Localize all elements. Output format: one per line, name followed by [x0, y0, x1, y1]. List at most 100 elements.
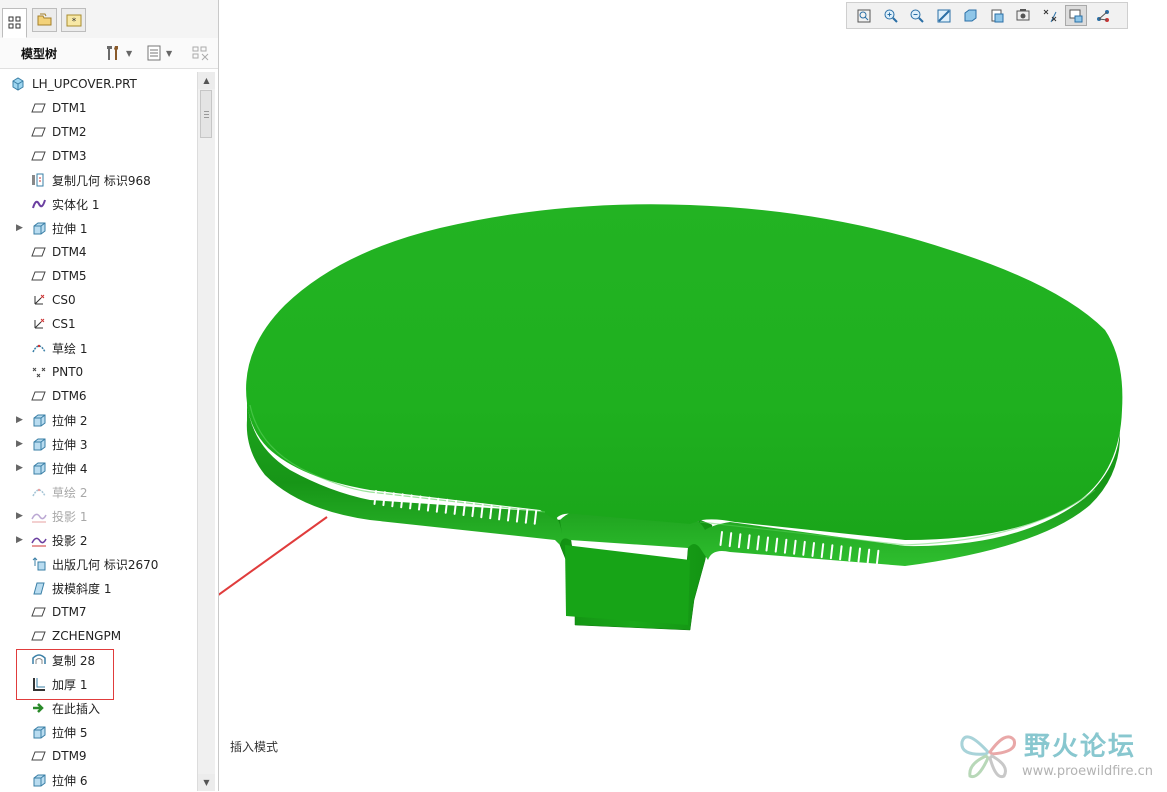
tree-item[interactable]: ZCHENGPM: [0, 624, 196, 648]
annotation-highlight-box: [16, 649, 114, 700]
tree-item[interactable]: 草绘 2: [0, 480, 196, 504]
tree-item[interactable]: ▶ 拉伸 4: [0, 456, 196, 480]
tree-item[interactable]: ▶ 拉伸 3: [0, 432, 196, 456]
expand-arrow-icon[interactable]: ▶: [16, 511, 24, 521]
tree-item[interactable]: 草绘 1: [0, 336, 196, 360]
spin-center-button[interactable]: [1092, 5, 1114, 26]
datum-display-filters-button[interactable]: [1039, 5, 1061, 26]
chevron-down-icon: ▼: [126, 48, 133, 58]
model-tree-tab[interactable]: [2, 8, 27, 38]
tree-item[interactable]: ▶ 拉伸 2: [0, 408, 196, 432]
tree-item[interactable]: DTM7: [0, 600, 196, 624]
display-style-icon: [962, 8, 978, 24]
settings-tools-icon: [107, 46, 118, 60]
sketch-icon: [30, 484, 48, 500]
saved-orientations-button[interactable]: [986, 5, 1008, 26]
tree-item-label: 拉伸 4: [52, 461, 88, 476]
datum-plane-icon: [30, 124, 48, 140]
tree-item-label: 拉伸 1: [52, 221, 88, 236]
favorites-tab-icon: *: [66, 14, 81, 27]
expand-arrow-icon[interactable]: ▶: [16, 415, 24, 425]
tree-item-label: DTM4: [52, 245, 87, 259]
expand-arrow-icon[interactable]: ▶: [16, 463, 24, 473]
tree-scrollbar[interactable]: ▲ ▼: [197, 72, 215, 791]
tree-item-label: 草绘 1: [52, 341, 88, 356]
tree-item[interactable]: DTM6: [0, 384, 196, 408]
tree-item-label: 在此插入: [52, 701, 101, 716]
tree-item[interactable]: DTM4: [0, 240, 196, 264]
annotation-arrow: [219, 516, 328, 596]
tree-item-label: ZCHENGPM: [52, 629, 122, 643]
tree-item-label: PNT0: [52, 365, 84, 379]
datum-plane-icon: [30, 244, 48, 260]
tree-item-label: DTM5: [52, 269, 87, 283]
extrude-icon: [30, 724, 48, 740]
tree-item[interactable]: 拉伸 6: [0, 768, 196, 792]
navigator-tabs: *: [0, 0, 218, 39]
tree-item[interactable]: DTM2: [0, 120, 196, 144]
tree-root-item[interactable]: LH_UPCOVER.PRT: [0, 72, 196, 96]
datum-plane-icon: [30, 388, 48, 404]
model-top-surface: [246, 204, 1123, 540]
tree-item[interactable]: ▶ 投影 1: [0, 504, 196, 528]
zoom-in-icon: [883, 8, 899, 24]
tree-item-label: LH_UPCOVER.PRT: [32, 77, 137, 91]
tree-item[interactable]: 拔模斜度 1: [0, 576, 196, 600]
solidify-icon: [30, 196, 48, 212]
repaint-icon: [936, 8, 952, 24]
folder-browser-tab[interactable]: [32, 8, 57, 32]
annotation-display-button[interactable]: [1065, 5, 1087, 26]
datum-plane-icon: [30, 628, 48, 644]
tree-item-label: DTM7: [52, 605, 87, 619]
tree-item[interactable]: 拉伸 5: [0, 720, 196, 744]
tree-item[interactable]: DTM5: [0, 264, 196, 288]
settings-menu-button[interactable]: ▼: [104, 42, 132, 64]
tree-filter-button[interactable]: [191, 42, 211, 64]
tree-item[interactable]: ▶ 投影 2: [0, 528, 196, 552]
tree-item-label: 投影 2: [52, 533, 88, 548]
tree-columns-icon: [147, 45, 161, 61]
svg-text:*: *: [71, 17, 76, 27]
projection-icon: [30, 532, 48, 548]
tree-item[interactable]: PNT0: [0, 360, 196, 384]
watermark-title: 野火论坛: [1024, 732, 1137, 762]
favorites-tab[interactable]: *: [61, 8, 86, 32]
draft-icon: [30, 580, 48, 596]
tree-item[interactable]: DTM9: [0, 744, 196, 768]
tree-item[interactable]: 出版几何 标识2670: [0, 552, 196, 576]
part-icon: [9, 76, 27, 92]
expand-arrow-icon[interactable]: ▶: [16, 223, 24, 233]
show-menu-button[interactable]: ▼: [146, 42, 172, 64]
scroll-down-arrow-icon[interactable]: ▼: [198, 774, 215, 791]
tree-item[interactable]: DTM1: [0, 96, 196, 120]
tree-item[interactable]: 复制几何 标识968: [0, 168, 196, 192]
tree-item[interactable]: ▶ 拉伸 1: [0, 216, 196, 240]
display-style-button[interactable]: [959, 5, 981, 26]
tree-item[interactable]: CS1: [0, 312, 196, 336]
repaint-button[interactable]: [933, 5, 955, 26]
refit-button[interactable]: [853, 5, 875, 26]
view-manager-button[interactable]: [1012, 5, 1034, 26]
copy-geometry-icon: [30, 172, 48, 188]
tree-item-label: 草绘 2: [52, 485, 88, 500]
scrollbar-thumb[interactable]: [200, 90, 212, 138]
tree-item-label: DTM9: [52, 749, 87, 763]
tree-item-label: DTM3: [52, 149, 87, 163]
expand-arrow-icon[interactable]: ▶: [16, 535, 24, 545]
zoom-in-button[interactable]: [880, 5, 902, 26]
tree-item[interactable]: CS0: [0, 288, 196, 312]
datum-plane-icon: [30, 748, 48, 764]
scroll-up-arrow-icon[interactable]: ▲: [198, 72, 215, 89]
expand-arrow-icon[interactable]: ▶: [16, 439, 24, 449]
graphics-window[interactable]: [219, 32, 1167, 791]
tree-item-label: 出版几何 标识2670: [52, 557, 159, 572]
tree-item-label: 复制几何 标识968: [52, 173, 151, 188]
extrude-icon: [30, 220, 48, 236]
butterfly-logo-icon: [960, 735, 1017, 779]
coordinate-system-icon: [30, 316, 48, 332]
publish-geometry-icon: [30, 556, 48, 572]
zoom-out-button[interactable]: [906, 5, 928, 26]
tree-item[interactable]: DTM3: [0, 144, 196, 168]
tree-item[interactable]: 实体化 1: [0, 192, 196, 216]
saved-orientations-icon: [989, 8, 1005, 24]
